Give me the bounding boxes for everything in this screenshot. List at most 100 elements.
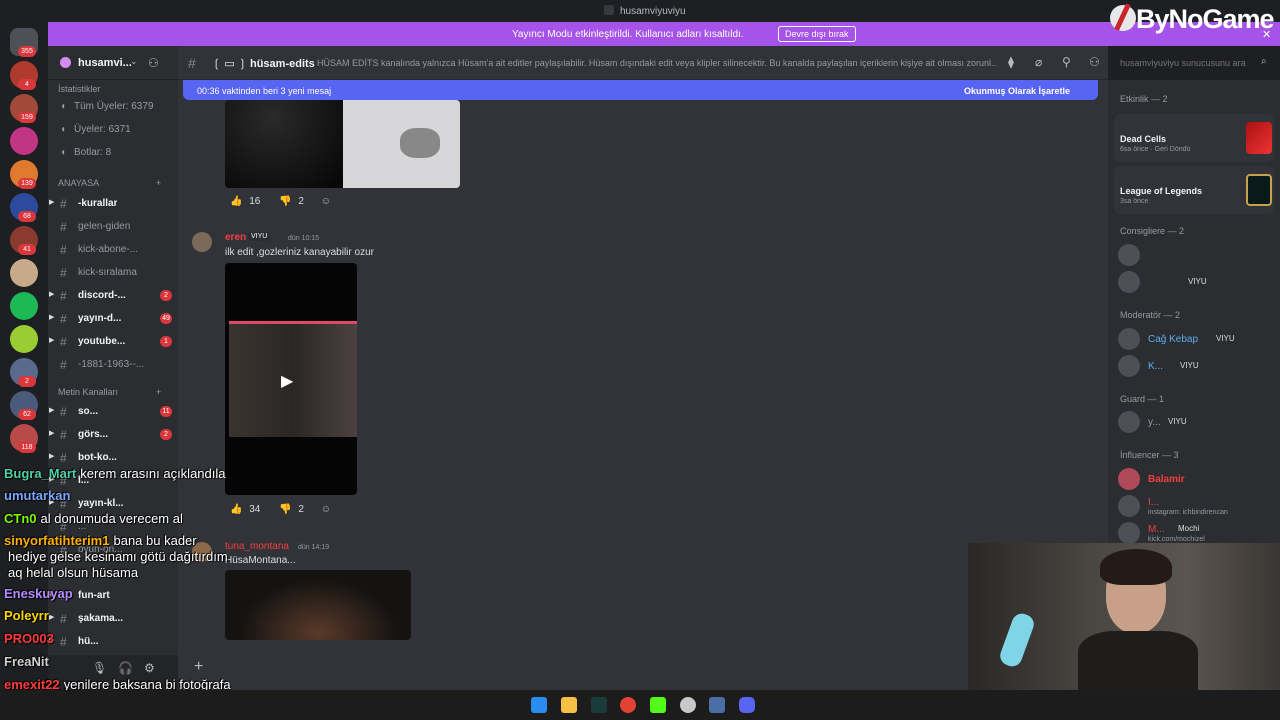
app-icon[interactable] — [709, 697, 725, 713]
server-icon[interactable]: 2 — [10, 358, 38, 387]
member-item[interactable]: I... instagram: ichbindirencan — [1118, 495, 1278, 519]
discord-home-icon[interactable]: 355 — [10, 28, 38, 57]
channel-item[interactable]: # kick-abone-... — [58, 239, 174, 259]
add-reaction-icon[interactable]: ☺ — [321, 504, 331, 515]
server-icon[interactable] — [10, 259, 38, 287]
server-icon[interactable] — [10, 127, 38, 155]
category-rules[interactable]: ANAYASA + — [58, 178, 168, 188]
channel-item[interactable]: # -1881-1963--... — [58, 354, 174, 374]
file-explorer-icon[interactable] — [561, 697, 577, 713]
server-icon[interactable]: 139 — [10, 160, 38, 189]
server-icon[interactable]: 118 — [10, 424, 38, 453]
avatar[interactable] — [192, 232, 212, 252]
new-messages-bar[interactable]: 00:36 vaktinden beri 3 yeni mesaj Okunmu… — [183, 80, 1098, 100]
unread-arrow-icon: ▶ — [49, 453, 55, 460]
channel-label: yayın-kl... — [78, 498, 124, 509]
channel-item[interactable]: ▶ # yayın-kl... — [49, 493, 174, 513]
server-badge: 68 — [18, 211, 36, 222]
thumbs-up-icon[interactable]: 👍 — [230, 196, 242, 207]
channel-item[interactable]: ▶ # bot-ko... — [49, 447, 174, 467]
add-attachment-icon[interactable]: + — [194, 658, 203, 676]
microphone-icon[interactable]: 🎙 — [92, 661, 107, 675]
server-icon[interactable]: 159 — [10, 94, 38, 123]
search-icon[interactable]: ⌕ — [1261, 56, 1267, 67]
thumbs-down-icon[interactable]: 👎 — [279, 504, 291, 515]
search-input[interactable] — [1115, 52, 1270, 74]
message-author[interactable]: tuna_montana — [225, 541, 289, 552]
server-icon[interactable]: 62 — [10, 391, 38, 420]
gear-icon[interactable]: ⚙ — [144, 661, 155, 675]
reaction-count: 2 — [298, 504, 304, 515]
member-item[interactable]: Cağ Kebap VIYU — [1118, 328, 1278, 352]
chevron-down-icon[interactable]: ⌄ — [130, 56, 138, 67]
channel-item[interactable]: # kick-sıralama — [58, 262, 174, 282]
add-reaction-icon[interactable]: ☺ — [321, 196, 331, 207]
server-icon[interactable]: 41 — [10, 226, 38, 255]
play-icon[interactable]: ▶ — [281, 371, 293, 391]
add-channel-icon[interactable]: + — [156, 387, 161, 397]
discord-icon[interactable] — [739, 697, 755, 713]
channel-item[interactable]: ▶ # -kurallar — [49, 193, 174, 213]
thumbs-up-icon[interactable]: 👍 — [230, 504, 242, 515]
message-attachment-image[interactable] — [225, 570, 411, 640]
obs-icon[interactable] — [680, 697, 696, 713]
pin-icon[interactable]: ⚲ — [1062, 55, 1071, 69]
message-author[interactable]: eren — [225, 232, 246, 243]
add-channel-icon[interactable]: + — [156, 178, 161, 188]
kick-icon[interactable] — [650, 697, 666, 713]
avatar — [1118, 495, 1140, 517]
stream-chat-line: umutarkan — [4, 488, 74, 503]
chrome-icon[interactable] — [620, 697, 636, 713]
channel-item[interactable]: ▶ # so... 11 — [49, 401, 174, 421]
activity-card[interactable]: League of Legends 3sa önce — [1114, 166, 1274, 214]
member-item[interactable]: K... VIYU — [1118, 355, 1278, 379]
member-list-icon[interactable]: ⚇ — [1089, 55, 1100, 69]
member-item[interactable]: VIYU — [1118, 271, 1278, 295]
server-badge: 2 — [18, 376, 36, 387]
close-banner-icon[interactable]: ✕ — [1262, 28, 1271, 41]
message-attachment-image[interactable] — [225, 100, 460, 188]
server-header[interactable]: husamvi... ⌄ ⚇ — [48, 46, 178, 80]
mention-badge: 2 — [160, 290, 172, 301]
channel-item[interactable]: ▶ # youtube... 1 — [49, 331, 174, 351]
channel-item[interactable]: # gelen-giden — [58, 216, 174, 236]
bell-mute-icon[interactable]: ⌀ — [1035, 55, 1042, 69]
server-icon[interactable]: 68 — [10, 193, 38, 222]
video-attachment[interactable]: ▶ — [225, 263, 357, 495]
image-hand-region — [400, 128, 440, 158]
threads-icon[interactable]: ⧫ — [1008, 55, 1014, 69]
member-item[interactable]: Balamir — [1118, 468, 1278, 492]
mark-as-read-button[interactable]: Okunmuş Olarak İşaretle — [964, 86, 1070, 96]
category-stats[interactable]: İstatistikler — [58, 84, 168, 94]
stat-bots[interactable]: ◖ Botlar: 8 — [60, 147, 111, 158]
channel-topic[interactable]: HÜSAM EDİTS kanalında yalnızca Hüsam'a a… — [317, 58, 997, 68]
server-icon[interactable]: 4 — [10, 61, 38, 90]
category-label: ANAYASA — [58, 178, 100, 188]
stream-chat-user: Bugra_Mart — [4, 466, 77, 481]
server-icon[interactable] — [10, 325, 38, 353]
headphones-icon[interactable]: 🎧 — [118, 661, 133, 675]
channel-item[interactable]: ▶ # discord-... 2 — [49, 285, 174, 305]
terminal-icon[interactable] — [591, 697, 607, 713]
member-item[interactable] — [1118, 244, 1278, 268]
channel-item[interactable]: ▶ # yayın-d... 49 — [49, 308, 174, 328]
stream-chat-user: FreaNit — [4, 654, 49, 669]
category-text-channels[interactable]: Metin Kanalları + — [58, 387, 168, 397]
channel-label: şakama... — [78, 613, 124, 624]
avatar — [1118, 468, 1140, 490]
windows-start-icon[interactable] — [531, 697, 547, 713]
disable-streamer-mode-button[interactable]: Devre dışı bırak — [778, 26, 856, 42]
stat-all-members[interactable]: ◖ Tüm Üyeler: 6379 — [60, 101, 153, 112]
add-member-icon[interactable]: ⚇ — [148, 56, 159, 70]
thumbs-down-icon[interactable]: 👎 — [279, 196, 291, 207]
stat-members[interactable]: ◖ Üyeler: 6371 — [60, 124, 131, 135]
channel-item[interactable]: ▶ # şakama... — [49, 608, 174, 628]
activity-card[interactable]: Dead Cells 6sa önce · Geri Döndü — [1114, 114, 1274, 162]
channel-item[interactable]: ▶ # görs... 2 — [49, 424, 174, 444]
message-input[interactable] — [222, 658, 922, 676]
server-icon[interactable] — [10, 292, 38, 320]
member-item[interactable]: y... VIYU — [1118, 411, 1278, 435]
channel-item[interactable]: ▶ # hü... — [49, 631, 174, 651]
member-name: K... — [1148, 361, 1164, 372]
banner-message: Yayıncı Modu etkinleştirildi. Kullanıcı … — [512, 29, 744, 40]
